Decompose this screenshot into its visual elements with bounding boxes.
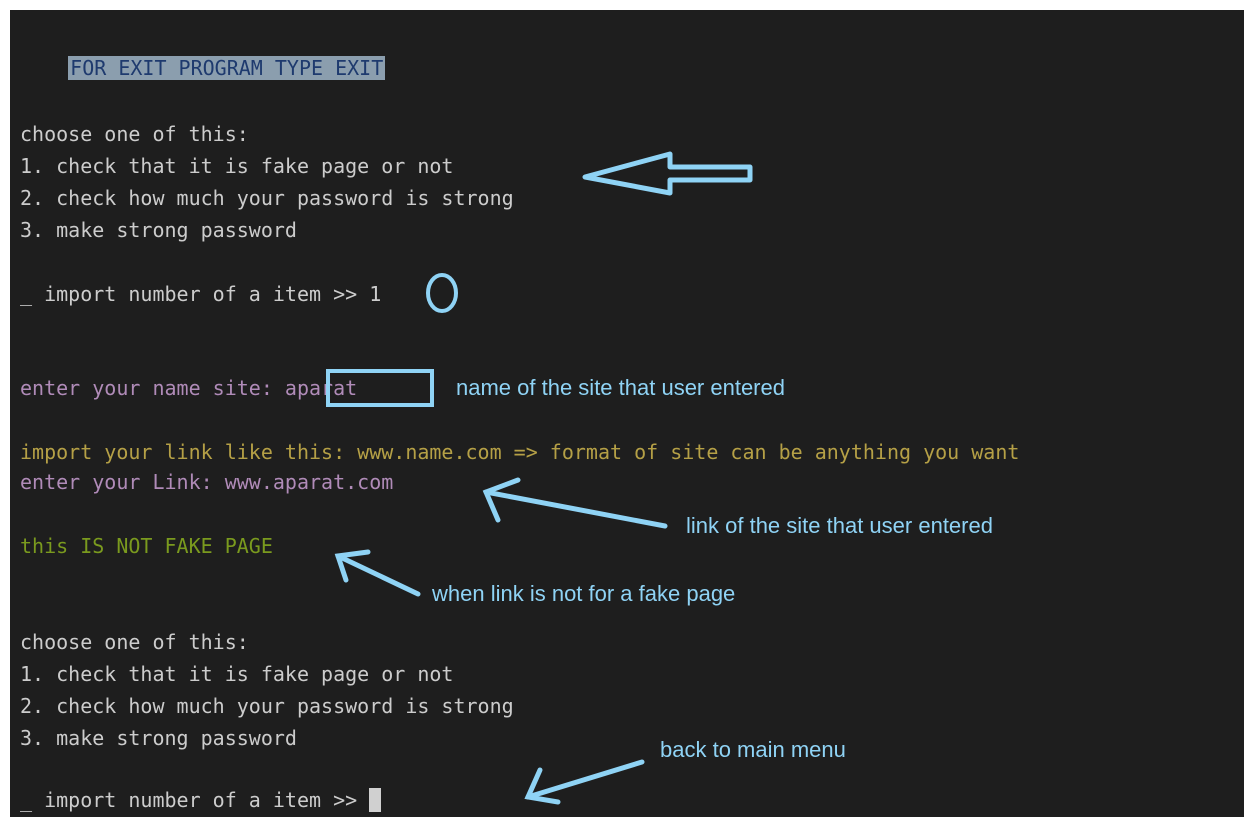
arrow-to-menu-item-1 xyxy=(582,151,753,196)
terminal-window[interactable]: FOR EXIT PROGRAM TYPE EXIT choose one of… xyxy=(10,10,1244,817)
site-annotation: name of the site that user entered xyxy=(456,375,785,400)
site-value-box xyxy=(326,369,434,407)
arrow-to-prompt xyxy=(524,759,645,805)
annotation-layer xyxy=(326,151,753,805)
arrow-to-result xyxy=(334,549,421,597)
link-annotation: link of the site that user entered xyxy=(686,513,993,538)
selection-circle xyxy=(426,273,458,313)
menu-annotation: back to main menu xyxy=(660,737,846,762)
arrow-to-link xyxy=(482,477,668,529)
result-annotation: when link is not for a fake page xyxy=(432,581,736,606)
